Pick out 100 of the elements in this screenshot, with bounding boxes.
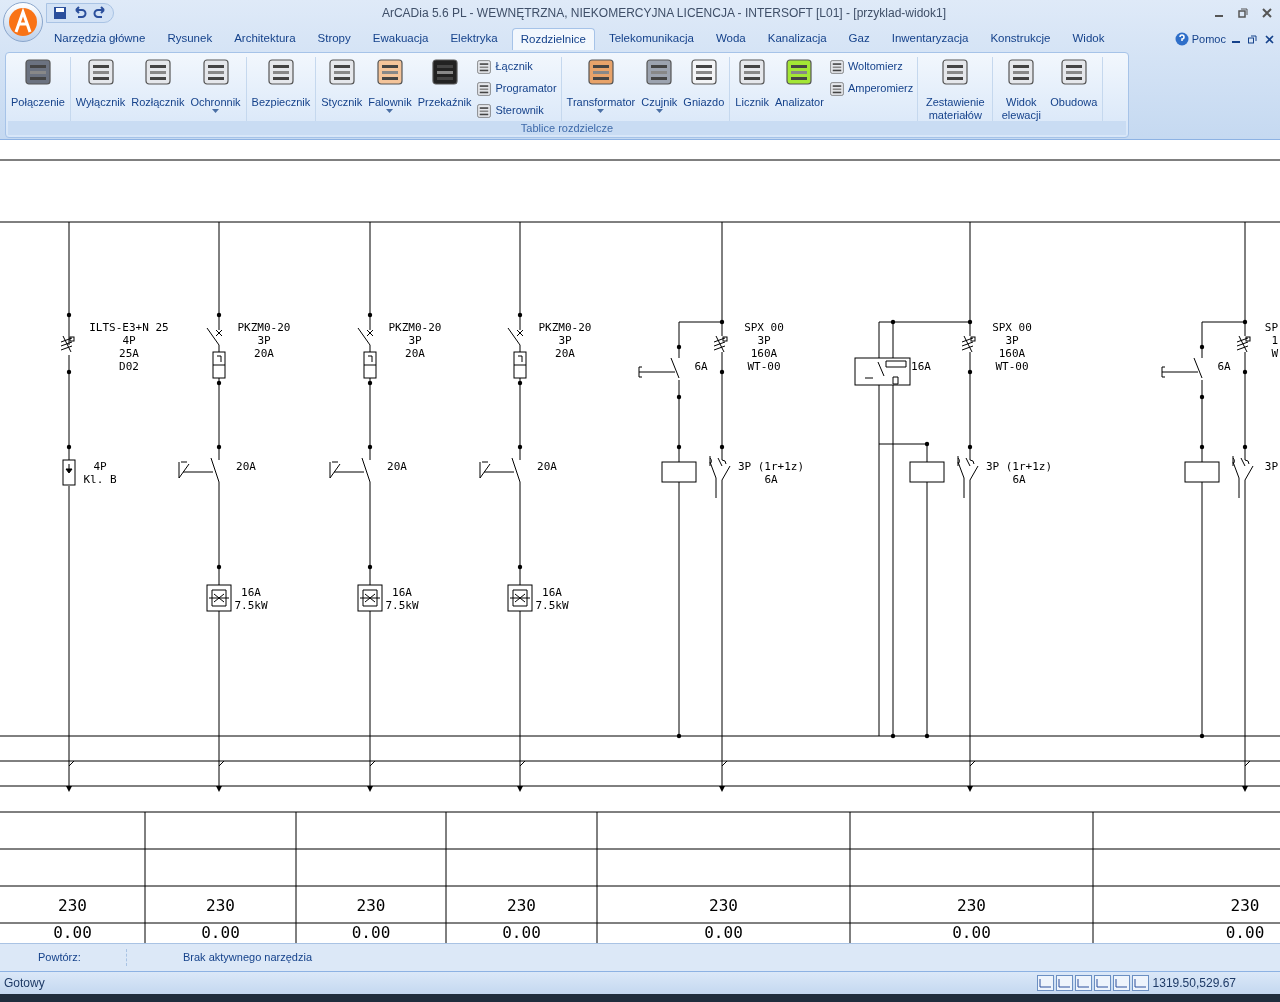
circuit-breaker-symbol xyxy=(357,327,377,379)
ribbon-button[interactable]: Czujnik xyxy=(638,57,681,113)
ribbon-button[interactable]: Bezpiecznik xyxy=(248,57,314,109)
junction-dot xyxy=(719,319,725,325)
circuit-breaker-symbol xyxy=(206,327,226,379)
diagram-label: 20A xyxy=(555,347,575,360)
ribbon-tab[interactable]: Telekomunikacja xyxy=(600,28,702,50)
ribbon-button[interactable]: Wyłącznik xyxy=(72,57,129,109)
diagram-label: W xyxy=(1271,347,1278,360)
junction-dot xyxy=(1199,444,1205,450)
app-logo-button[interactable] xyxy=(3,2,43,42)
fuse-switch-symbol xyxy=(60,335,75,353)
ribbon-tab[interactable]: Woda xyxy=(707,28,754,50)
ribbon-button[interactable]: Zestawienie materiałów xyxy=(920,57,991,122)
junction-dot xyxy=(367,312,373,318)
ribbon-tab[interactable]: Kanalizacja xyxy=(759,28,835,50)
table-cell: 230 xyxy=(356,896,386,915)
circuit-breaker-symbol xyxy=(507,327,527,379)
ribbon-button[interactable]: Łącznik xyxy=(476,57,557,76)
save-icon[interactable] xyxy=(53,6,67,20)
undo-icon[interactable] xyxy=(73,6,87,20)
ribbon-tab[interactable]: Widok xyxy=(1064,28,1113,50)
ribbon-tab[interactable]: Elektryka xyxy=(442,28,506,50)
ribbon-tab[interactable]: Rysunek xyxy=(159,28,221,50)
diagram-label: SPX 00 xyxy=(744,321,784,334)
restore-icon[interactable] xyxy=(1248,34,1257,44)
ribbon-tab[interactable]: Ewakuacja xyxy=(364,28,437,50)
diagram-label: PKZM0-20 xyxy=(388,321,442,334)
diagram-label: 3P xyxy=(757,334,771,347)
ribbon-button[interactable]: Falownik xyxy=(365,57,415,113)
junction-dot xyxy=(367,444,373,450)
tick-mark xyxy=(519,760,526,767)
diagram-label: 20A xyxy=(387,460,407,473)
close-icon[interactable] xyxy=(1265,34,1274,44)
ribbon-button[interactable]: Analizator xyxy=(771,57,827,109)
diagram-label: 6A xyxy=(764,473,778,486)
diagram-label: 6A xyxy=(694,360,708,373)
ribbon-tab[interactable]: Architektura xyxy=(226,28,304,50)
close-icon[interactable] xyxy=(1262,8,1272,18)
ribbon-button[interactable]: Licznik xyxy=(732,57,772,109)
ribbon-button[interactable]: Sterownik xyxy=(476,101,557,120)
diagram-label: 16A xyxy=(241,586,261,599)
diagram-label: 3P xyxy=(408,334,422,347)
tick-mark xyxy=(369,760,376,767)
contact-symbol xyxy=(957,455,979,499)
diagram-label: PKZM0-20 xyxy=(538,321,592,334)
junction-dot xyxy=(1199,733,1205,739)
window-title: ArCADia 5.6 PL - WEWNĘTRZNA, NIEKOMERCYJNA LICENCJA - INTERSOFT [L01] - [przyklad-widok1] xyxy=(380,5,948,22)
ribbon-tab[interactable]: Narzędzia główne xyxy=(46,28,154,50)
table-cell: 0.00 xyxy=(502,923,541,942)
ribbon-button[interactable]: Przekaźnik xyxy=(414,57,475,109)
ribbon-tab[interactable]: Inwentaryzacja xyxy=(883,28,977,50)
ribbon-button[interactable]: Widok elewacji xyxy=(995,57,1048,122)
soft-starter-symbol xyxy=(507,584,533,612)
ribbon-button[interactable]: Transformator xyxy=(563,57,639,113)
fuse-switch-symbol xyxy=(713,335,728,353)
fuse-switch-symbol xyxy=(1236,335,1251,353)
restore-icon[interactable] xyxy=(1238,8,1248,18)
command-message: Brak aktywnego narzędzia xyxy=(182,950,312,966)
ribbon-button[interactable]: Stycznik xyxy=(318,57,366,109)
ribbon-button[interactable]: Rozłącznik xyxy=(128,57,188,109)
diagram-label: 16A xyxy=(542,586,562,599)
junction-dot xyxy=(676,733,682,739)
contactor-switch-symbol xyxy=(178,457,220,483)
ribbon-button[interactable]: Programator xyxy=(476,79,557,98)
diagram-label: ILTS-E3+N 25 xyxy=(89,321,169,334)
ribbon-tab[interactable]: Gaz xyxy=(840,28,878,50)
redo-icon[interactable] xyxy=(93,6,107,20)
coil-symbol xyxy=(661,461,697,483)
junction-dot xyxy=(66,444,72,450)
diagram-label: 3P (1r+1z) xyxy=(737,460,805,473)
tick-mark xyxy=(218,760,225,767)
diagram-label: 7.5kW xyxy=(385,599,419,612)
junction-dot xyxy=(517,312,523,318)
diagram-label: SP xyxy=(1264,321,1279,334)
ribbon-tab[interactable]: Konstrukcje xyxy=(982,28,1059,50)
table-cell: 230 xyxy=(507,896,536,915)
ribbon-button[interactable]: Gniazdo xyxy=(680,57,728,109)
help-button[interactable]: Pomoc xyxy=(1174,28,1226,50)
ribbon-button[interactable]: Ochronnik xyxy=(187,57,244,113)
diagram-label: WT-00 xyxy=(995,360,1029,373)
ribbon-button[interactable]: Obudowa xyxy=(1047,57,1101,109)
ribbon-button[interactable]: Amperomierz xyxy=(828,79,914,98)
ribbon-tab[interactable]: Stropy xyxy=(309,28,359,50)
ribbon-button[interactable]: Połączenie xyxy=(8,57,68,109)
group-label: Tablice rozdzielcze xyxy=(8,121,1126,135)
table-cell: 230 xyxy=(957,896,986,915)
table-cell: 230 xyxy=(1230,896,1260,915)
junction-dot xyxy=(924,733,930,739)
junction-dot xyxy=(676,444,682,450)
coil-symbol xyxy=(909,461,945,483)
junction-dot xyxy=(216,380,222,386)
diagram-label: 3P xyxy=(1264,460,1279,473)
help-icon xyxy=(1174,32,1189,46)
diagram-label: 16A xyxy=(392,586,412,599)
junction-dot xyxy=(1242,444,1248,450)
ribbon-tab[interactable]: Rozdzielnice xyxy=(511,28,595,50)
surge-protector-symbol xyxy=(62,459,76,486)
ribbon-button[interactable]: Woltomierz xyxy=(828,57,914,76)
table-cell: 0.00 xyxy=(351,923,391,942)
